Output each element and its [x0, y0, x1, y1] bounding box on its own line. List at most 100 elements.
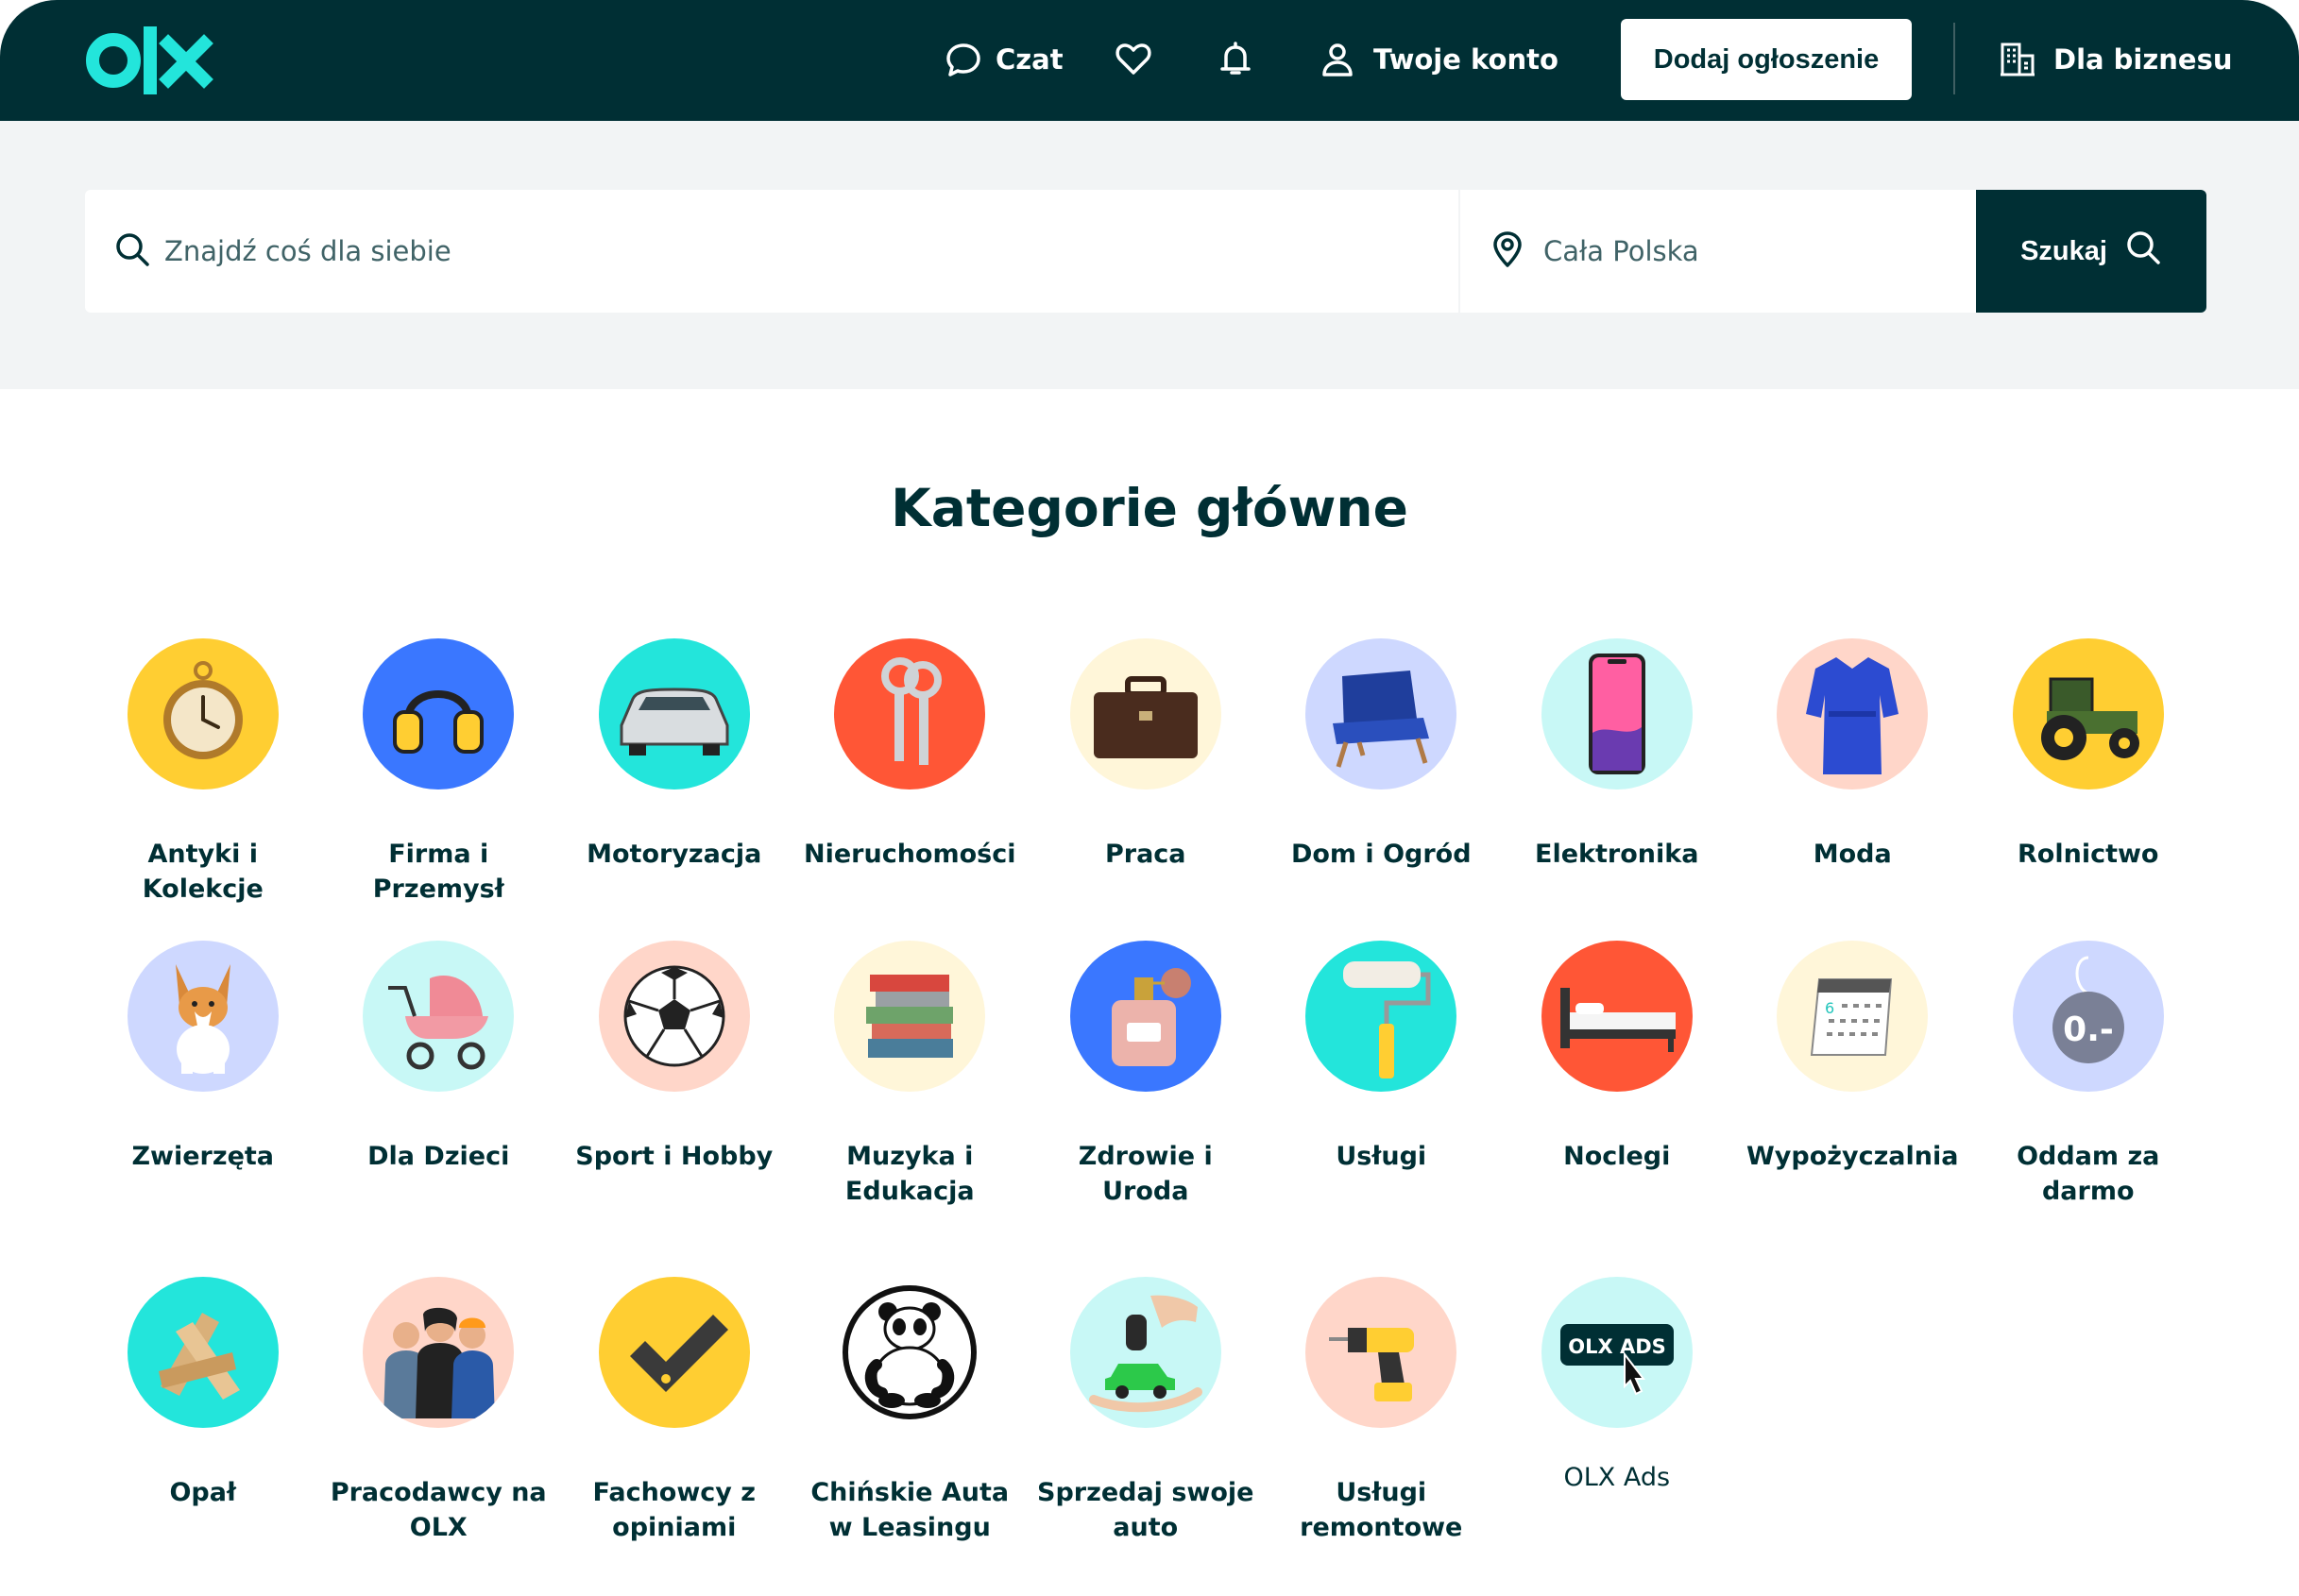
search-button-label: Szukaj	[2020, 235, 2107, 266]
category-elektronika[interactable]: Elektronika	[1499, 638, 1735, 941]
category-circle: 6	[1777, 941, 1929, 1092]
books-icon	[866, 975, 954, 1058]
category-circle	[363, 638, 515, 790]
category-circle	[1069, 941, 1221, 1092]
category-uslugi-remontowe[interactable]: Usługi remontowe	[1264, 1277, 1500, 1545]
category-praca[interactable]: Praca	[1028, 638, 1264, 941]
car-key-icon	[1088, 1295, 1202, 1413]
category-circle	[127, 941, 279, 1092]
category-zwierzeta[interactable]: Zwierzęta	[85, 941, 321, 1277]
category-label: Antyki i Kolekcje	[142, 840, 264, 904]
category-oddam-za-darmo[interactable]: 0.- Oddam za darmo	[1970, 941, 2206, 1277]
notifications-button[interactable]	[1217, 28, 1254, 91]
search-input[interactable]	[162, 234, 1394, 268]
category-sprzedaj-swoje-auto[interactable]: Sprzedaj swoje auto	[1028, 1277, 1264, 1545]
tractor-icon	[2040, 677, 2139, 760]
chat-label: Czat	[996, 43, 1064, 76]
category-uslugi[interactable]: Usługi	[1264, 941, 1500, 1277]
olx-ads-icon: OLX ADS	[1559, 1324, 1674, 1396]
category-label: Moda	[1813, 840, 1892, 869]
category-label: Zdrowie i Uroda	[1078, 1142, 1213, 1206]
category-label: Motoryzacja	[587, 840, 762, 869]
location-field-wrapper[interactable]	[1460, 190, 1976, 313]
location-input[interactable]	[1541, 234, 1923, 268]
favorites-button[interactable]	[1115, 28, 1152, 91]
add-listing-button[interactable]: Dodaj ogłoszenie	[1621, 19, 1912, 100]
category-opal[interactable]: Opał	[85, 1277, 321, 1545]
category-circle: OLX ADS	[1541, 1277, 1693, 1428]
category-moda[interactable]: Moda	[1735, 638, 1971, 941]
category-pracodawcy-na-olx[interactable]: Pracodawcy na OLX	[321, 1277, 557, 1545]
olx-logo[interactable]	[85, 23, 217, 98]
football-icon	[623, 965, 725, 1067]
category-wypozyczalnia[interactable]: 6 Wypożyczalnia	[1735, 941, 1971, 1277]
car-icon	[620, 688, 729, 756]
drill-icon	[1329, 1328, 1415, 1401]
business-link[interactable]: Dla biznesu	[1999, 28, 2232, 91]
search-bar: Szukaj	[85, 190, 2206, 313]
perfume-icon	[1111, 968, 1191, 1066]
category-noclegi[interactable]: Noclegi	[1499, 941, 1735, 1277]
category-circle	[834, 1277, 986, 1428]
category-zdrowie-i-uroda[interactable]: Zdrowie i Uroda	[1028, 941, 1264, 1277]
bed-icon	[1559, 988, 1676, 1052]
category-circle	[1541, 941, 1693, 1092]
category-label: Fachowcy z opiniami	[592, 1478, 757, 1542]
category-circle	[1069, 1277, 1221, 1428]
search-button[interactable]: Szukaj	[1976, 190, 2206, 313]
category-label: Wypożyczalnia	[1746, 1142, 1959, 1171]
stroller-icon	[388, 976, 489, 1070]
briefcase-icon	[1093, 676, 1198, 758]
smartphone-icon	[1588, 654, 1645, 774]
category-label: OLX Ads	[1563, 1463, 1671, 1492]
query-field-wrapper[interactable]	[85, 190, 1458, 313]
category-antyki-i-kolekcje[interactable]: Antyki i Kolekcje	[85, 638, 321, 941]
category-circle	[1541, 638, 1693, 790]
category-fachowcy-z-opiniami[interactable]: Fachowcy z opiniami	[556, 1277, 792, 1545]
firewood-icon	[158, 1313, 240, 1400]
category-dla-dzieci[interactable]: Dla Dzieci	[321, 941, 557, 1277]
category-dom-i-ogrod[interactable]: Dom i Ogród	[1264, 638, 1500, 941]
category-firma-i-przemysl[interactable]: Firma i Przemysł	[321, 638, 557, 941]
robe-icon	[1806, 657, 1899, 774]
category-label: Sprzedaj swoje auto	[1037, 1478, 1254, 1542]
account-link[interactable]: Twoje konto	[1319, 28, 1558, 91]
category-label: Rolnictwo	[2018, 840, 2159, 869]
category-label: Praca	[1104, 840, 1186, 869]
ear-muffs-icon	[393, 690, 485, 754]
top-navigation-bar: Czat Twoje konto Dodaj ogłoszenie Dla bi…	[0, 0, 2299, 121]
armchair-icon	[1333, 671, 1430, 768]
category-chinskie-auta-w-leasingu[interactable]: Chińskie Auta w Leasingu	[792, 1277, 1029, 1545]
category-olx-ads[interactable]: OLX ADS OLX Ads	[1499, 1277, 1735, 1545]
category-motoryzacja[interactable]: Motoryzacja	[556, 638, 792, 941]
category-label: Pracodawcy na OLX	[330, 1478, 547, 1542]
heart-icon	[1115, 41, 1152, 78]
chat-link[interactable]: Czat	[945, 28, 1064, 91]
categories-heading: Kategorie główne	[891, 478, 1408, 538]
search-icon	[113, 230, 151, 272]
calendar-icon: 6	[1811, 978, 1893, 1056]
category-circle	[1305, 638, 1457, 790]
search-button-icon	[2124, 229, 2162, 274]
category-nieruchomosci[interactable]: Nieruchomości	[792, 638, 1029, 941]
category-circle	[598, 941, 750, 1092]
bell-icon	[1217, 41, 1254, 78]
panda-icon	[843, 1285, 978, 1419]
category-label: Opał	[169, 1478, 237, 1507]
calendar-day-text: 6	[1825, 999, 1834, 1017]
account-label: Twoje konto	[1373, 43, 1558, 76]
category-sport-i-hobby[interactable]: Sport i Hobby	[556, 941, 792, 1277]
category-label: Firma i Przemysł	[372, 840, 504, 904]
category-rolnictwo[interactable]: Rolnictwo	[1970, 638, 2206, 941]
chat-icon	[945, 41, 982, 78]
category-label: Sport i Hobby	[575, 1142, 774, 1171]
category-circle	[598, 1277, 750, 1428]
category-label: Nieruchomości	[804, 840, 1016, 869]
keys-icon	[881, 657, 943, 765]
checkmark-icon	[629, 1315, 728, 1392]
category-circle	[2012, 638, 2164, 790]
category-muzyka-i-edukacja[interactable]: Muzyka i Edukacja	[792, 941, 1029, 1277]
category-label: Usługi	[1336, 1142, 1427, 1171]
business-label: Dla biznesu	[2053, 43, 2233, 76]
free-tag-icon: 0.-	[2052, 956, 2124, 1063]
